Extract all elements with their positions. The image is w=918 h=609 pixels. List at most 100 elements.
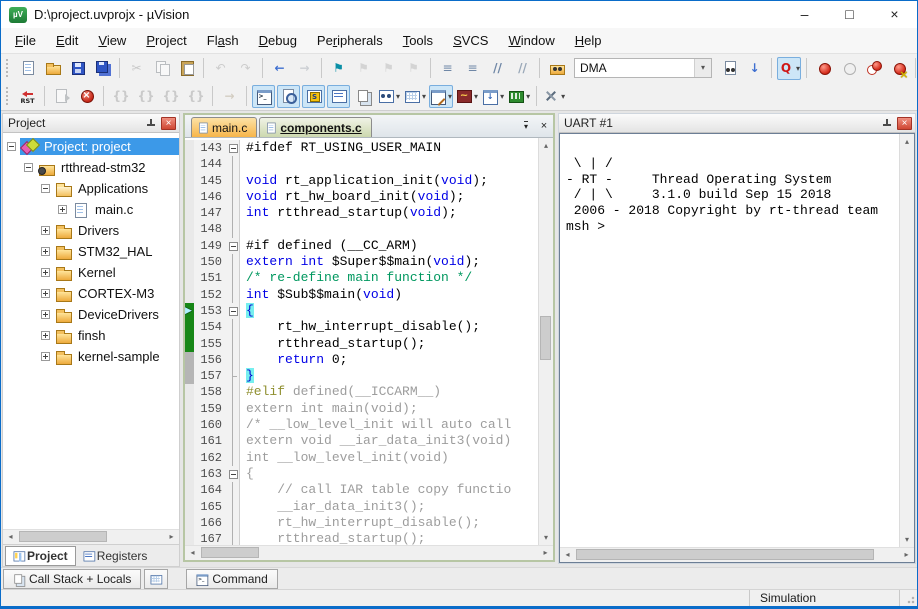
copy-button[interactable] bbox=[150, 57, 173, 80]
collapse-icon[interactable] bbox=[41, 184, 50, 193]
code-line-148[interactable]: 148 bbox=[185, 221, 538, 237]
toolbar-grip[interactable] bbox=[6, 59, 10, 77]
find-combo-dropdown-icon[interactable]: ▾ bbox=[694, 59, 711, 77]
serial-window-button[interactable]: ▾ bbox=[429, 85, 453, 108]
expand-icon[interactable] bbox=[41, 289, 50, 298]
tree-item-applications[interactable]: Applications bbox=[3, 178, 179, 199]
code-line-151[interactable]: 151/* re-define main function */ bbox=[185, 270, 538, 286]
code-line-154[interactable]: 154 rt_hw_interrupt_disable(); bbox=[185, 319, 538, 335]
find-in-files-dialog-button[interactable] bbox=[545, 57, 568, 80]
show-next-statement-button[interactable]: → bbox=[218, 85, 241, 108]
stop-button[interactable] bbox=[75, 85, 98, 108]
expand-icon[interactable] bbox=[58, 205, 67, 214]
save-button[interactable] bbox=[66, 57, 89, 80]
menu-view[interactable]: View bbox=[88, 30, 136, 51]
highlight-search-button[interactable]: Q▾ bbox=[777, 57, 801, 80]
code-line-167[interactable]: 167 rtthread_startup(); bbox=[185, 531, 538, 545]
fold-collapse-icon[interactable] bbox=[227, 238, 240, 254]
code-line-166[interactable]: 166 rt_hw_interrupt_disable(); bbox=[185, 515, 538, 531]
collapse-icon[interactable] bbox=[24, 163, 33, 172]
collapse-icon[interactable] bbox=[7, 142, 16, 151]
code-line-147[interactable]: 147int rtthread_startup(void); bbox=[185, 205, 538, 221]
code-line-164[interactable]: 164 // call IAR table copy functio bbox=[185, 482, 538, 498]
scroll-down-arrow-icon[interactable]: ▾ bbox=[900, 532, 914, 547]
expand-icon[interactable] bbox=[41, 352, 50, 361]
code-line-162[interactable]: 162int __low_level_init(void) bbox=[185, 450, 538, 466]
code-line-150[interactable]: 150extern int $Super$$main(void); bbox=[185, 254, 538, 270]
uart-output[interactable]: \ | / - RT - Thread Operating System / |… bbox=[560, 134, 899, 547]
watch-window-button[interactable]: ▾ bbox=[377, 85, 401, 108]
code-line-160[interactable]: 160/* __low_level_init will auto call bbox=[185, 417, 538, 433]
code-line-156[interactable]: 156 return 0; bbox=[185, 352, 538, 368]
code-line-157[interactable]: 157} bbox=[185, 368, 538, 384]
tree-item-cortex-m3[interactable]: CORTEX-M3 bbox=[3, 283, 179, 304]
bookmark-toggle-button[interactable]: ⚑ bbox=[327, 57, 350, 80]
tree-item-rtthread-stm32[interactable]: rtthread-stm32 bbox=[3, 157, 179, 178]
editor-horizontal-scrollbar[interactable]: ◂ ▸ bbox=[185, 545, 553, 560]
code-editor[interactable]: 143#ifdef RT_USING_USER_MAIN144145void r… bbox=[185, 138, 538, 545]
scroll-right-arrow-icon[interactable]: ▸ bbox=[538, 546, 553, 560]
bookmark-clear-button[interactable]: ⚑ bbox=[402, 57, 425, 80]
menu-peripherals[interactable]: Peripherals bbox=[307, 30, 393, 51]
incremental-find-button[interactable]: ↓ bbox=[743, 57, 766, 80]
fold-collapse-icon[interactable] bbox=[227, 303, 240, 319]
menu-file[interactable]: File bbox=[5, 30, 46, 51]
code-line-159[interactable]: 159extern int main(void); bbox=[185, 401, 538, 417]
tab-registers[interactable]: Registers bbox=[76, 546, 155, 566]
scroll-up-arrow-icon[interactable]: ▴ bbox=[900, 134, 914, 149]
uart-vertical-scrollbar[interactable]: ▴ ▾ bbox=[899, 134, 914, 547]
indent-button[interactable]: ≡ bbox=[436, 57, 459, 80]
tab-command[interactable]: Command bbox=[186, 569, 277, 589]
tree-item-kernel[interactable]: Kernel bbox=[3, 262, 179, 283]
menu-debug[interactable]: Debug bbox=[249, 30, 307, 51]
scrollbar-thumb[interactable] bbox=[540, 316, 551, 360]
bookmark-next-button[interactable]: ⚑ bbox=[377, 57, 400, 80]
enable-disable-breakpoint-button[interactable] bbox=[862, 57, 885, 80]
menu-flash[interactable]: Flash bbox=[197, 30, 249, 51]
run-to-cursor-button[interactable]: {} bbox=[184, 85, 207, 108]
tree-item-stm32-hal[interactable]: STM32_HAL bbox=[3, 241, 179, 262]
find-combo-box[interactable]: DMA▾ bbox=[574, 58, 712, 78]
memory-window-button[interactable]: ▾ bbox=[403, 85, 427, 108]
pin-icon[interactable] bbox=[882, 118, 892, 129]
symbol-window-button[interactable] bbox=[302, 85, 325, 108]
step-into-button[interactable]: {} bbox=[109, 85, 132, 108]
menu-tools[interactable]: Tools bbox=[393, 30, 443, 51]
navigate-forward-button[interactable]: → bbox=[293, 57, 316, 80]
code-line-146[interactable]: 146void rt_hw_board_init(void); bbox=[185, 189, 538, 205]
menu-edit[interactable]: Edit bbox=[46, 30, 88, 51]
uncomment-selection-button[interactable]: // bbox=[511, 57, 534, 80]
maximize-button[interactable]: □ bbox=[827, 1, 872, 28]
code-line-152[interactable]: 152int $Sub$$main(void) bbox=[185, 287, 538, 303]
tree-item-project-project[interactable]: Project: project bbox=[3, 136, 179, 157]
scroll-left-arrow-icon[interactable]: ◂ bbox=[3, 530, 18, 544]
find-combo-value[interactable]: DMA bbox=[575, 61, 694, 75]
toolbar-grip[interactable] bbox=[6, 87, 10, 105]
document-close-button[interactable]: × bbox=[535, 117, 553, 135]
tab-components-c[interactable]: components.c bbox=[259, 117, 371, 137]
open-file-button[interactable] bbox=[41, 57, 64, 80]
call-stack-window-button[interactable] bbox=[352, 85, 375, 108]
registers-window-button[interactable] bbox=[327, 85, 350, 108]
memory-window-button[interactable] bbox=[144, 569, 168, 589]
code-line-163[interactable]: 163{ bbox=[185, 466, 538, 482]
system-viewer-button[interactable]: ▾ bbox=[481, 85, 505, 108]
redo-button[interactable]: ↷ bbox=[234, 57, 257, 80]
tree-item-main-c[interactable]: main.c bbox=[3, 199, 179, 220]
tree-item-drivers[interactable]: Drivers bbox=[3, 220, 179, 241]
command-window-button[interactable] bbox=[252, 85, 275, 108]
bookmark-previous-button[interactable]: ⚑ bbox=[352, 57, 375, 80]
save-all-button[interactable] bbox=[91, 57, 114, 80]
expand-icon[interactable] bbox=[41, 268, 50, 277]
code-line-144[interactable]: 144 bbox=[185, 156, 538, 172]
resize-grip[interactable] bbox=[899, 590, 917, 606]
minimize-button[interactable]: – bbox=[782, 1, 827, 28]
tab-project[interactable]: Project bbox=[5, 546, 76, 566]
editor-vertical-scrollbar[interactable]: ▴ ▾ bbox=[538, 138, 553, 545]
disable-breakpoint-button[interactable] bbox=[837, 57, 860, 80]
cut-button[interactable]: ✂ bbox=[125, 57, 148, 80]
navigate-back-button[interactable]: ← bbox=[268, 57, 291, 80]
insert-breakpoint-button[interactable] bbox=[812, 57, 835, 80]
uart-panel-close-icon[interactable]: × bbox=[897, 117, 912, 130]
kill-all-breakpoints-button[interactable] bbox=[887, 57, 910, 80]
